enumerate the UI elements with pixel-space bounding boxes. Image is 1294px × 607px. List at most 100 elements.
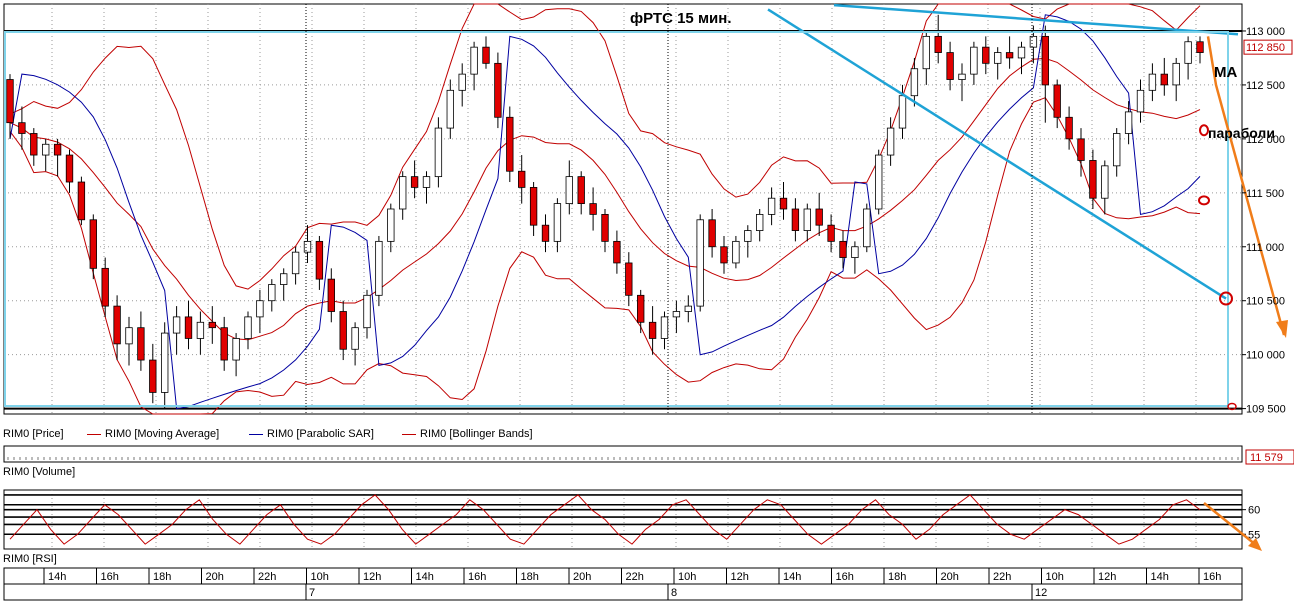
candle-body xyxy=(422,176,431,188)
candle-body xyxy=(351,327,359,350)
candle-body xyxy=(53,143,62,156)
candle-body xyxy=(494,62,502,118)
x-tick-label: 18h xyxy=(153,571,171,583)
candle xyxy=(863,203,871,253)
candle-body xyxy=(898,95,907,129)
candle-body xyxy=(6,79,14,124)
y-tick-label: 110 500 xyxy=(1246,296,1285,308)
volume-panel-title: RIM0 [Volume] xyxy=(3,466,76,478)
candle-body xyxy=(1136,89,1145,113)
candle-body xyxy=(1113,133,1121,167)
rsi-panel-title: RIM0 [RSI] xyxy=(3,553,57,565)
candle-body xyxy=(125,327,133,345)
y-tick-label: 112 500 xyxy=(1246,80,1285,92)
candle-body xyxy=(434,127,443,178)
candle-body xyxy=(779,197,788,210)
parabolic-annotation: параболи xyxy=(1208,125,1275,141)
x-tick-label: 16h xyxy=(1203,571,1221,583)
candle-body xyxy=(684,305,692,312)
x-tick-label: 20h xyxy=(941,571,959,583)
candle xyxy=(494,52,502,129)
candle-body xyxy=(756,213,764,231)
candle-body xyxy=(161,332,169,393)
y-tick-label: 113 000 xyxy=(1246,26,1285,38)
candle-body xyxy=(875,154,883,210)
candle-body xyxy=(648,321,657,339)
y-tick-label: 109 500 xyxy=(1246,404,1286,416)
candle-body xyxy=(589,203,597,215)
candle xyxy=(375,235,383,307)
date-label: 7 xyxy=(309,587,315,599)
candle-body xyxy=(280,273,288,285)
legend-moving-average: RIM0 [Moving Average] xyxy=(87,428,219,440)
x-tick-label: 22h xyxy=(258,571,276,583)
chart-title: фРТС 15 мин. xyxy=(630,10,732,27)
candle xyxy=(506,106,514,183)
last-price-label: 112 850 xyxy=(1246,42,1285,54)
candle-body xyxy=(1065,116,1073,140)
candle xyxy=(696,214,704,312)
candle-body xyxy=(637,294,645,323)
candle-body xyxy=(958,73,966,80)
candle-body xyxy=(541,224,550,242)
candle-body xyxy=(994,52,1002,64)
candle-body xyxy=(65,154,74,183)
chart-svg: 109 500110 000110 500111 000111 500112 0… xyxy=(3,3,1294,601)
x-tick-label: 12h xyxy=(731,571,749,583)
x-tick-label: 14h xyxy=(1151,571,1169,583)
candle-body xyxy=(565,176,573,205)
candle-body xyxy=(399,176,407,210)
candle-body xyxy=(529,187,538,226)
date-label: 12 xyxy=(1035,587,1047,599)
x-tick-label: 20h xyxy=(573,571,591,583)
x-tick-label: 14h xyxy=(783,571,801,583)
x-tick-label: 22h xyxy=(993,571,1011,583)
x-tick-label: 18h xyxy=(888,571,906,583)
candle-body xyxy=(42,143,50,156)
candle-body xyxy=(863,208,871,248)
candle-body xyxy=(101,267,109,307)
y-tick-label: 111 000 xyxy=(1246,242,1284,254)
y-tick-label: 111 500 xyxy=(1246,188,1284,200)
candle-body xyxy=(303,240,312,253)
y-tick-label: 110 000 xyxy=(1246,350,1285,362)
candle-body xyxy=(672,311,681,318)
x-tick-label: 16h xyxy=(836,571,854,583)
candle-body xyxy=(363,294,371,329)
legend-parabolic-sar: RIM0 [Parabolic SAR] xyxy=(249,428,374,440)
candle-body xyxy=(506,116,514,172)
candle-body xyxy=(660,316,669,339)
candle-body xyxy=(946,52,954,80)
x-tick-label: 16h xyxy=(101,571,119,583)
x-tick-label: 14h xyxy=(416,571,434,583)
candle-body xyxy=(137,327,145,361)
candle-body xyxy=(291,251,300,275)
candle-body xyxy=(1184,41,1192,64)
candle xyxy=(77,176,86,226)
candle-body xyxy=(732,240,740,264)
candle-body xyxy=(851,246,859,258)
candle-body xyxy=(113,305,121,345)
candle-body xyxy=(244,316,252,339)
candle-body xyxy=(18,122,26,134)
rsi-tick-label: 60 xyxy=(1248,505,1260,517)
legend-bollinger-bands-label: RIM0 [Bollinger Bands] xyxy=(420,428,533,440)
x-tick-label: 14h xyxy=(48,571,66,583)
candle-body xyxy=(1077,138,1085,161)
candle-body xyxy=(149,359,157,393)
candle-body xyxy=(220,327,228,361)
candle-body xyxy=(232,338,240,361)
legend-price-label: RIM0 [Price] xyxy=(3,428,64,440)
chart-window: 109 500 110 000 110 500 111 000 111 500 112 0… xyxy=(0,0,1294,602)
candle-body xyxy=(387,208,395,242)
volume-panel-frame xyxy=(3,445,1243,463)
price-panel-frame xyxy=(3,3,1243,415)
x-tick-label: 10h xyxy=(678,571,696,583)
candle-body xyxy=(1029,35,1038,48)
candle-body xyxy=(77,181,86,221)
candle-body xyxy=(720,246,728,264)
candle-body xyxy=(268,284,276,302)
x-tick-label: 16h xyxy=(468,571,486,583)
candle-body xyxy=(910,68,919,97)
ma-annotation: MA xyxy=(1214,64,1238,81)
